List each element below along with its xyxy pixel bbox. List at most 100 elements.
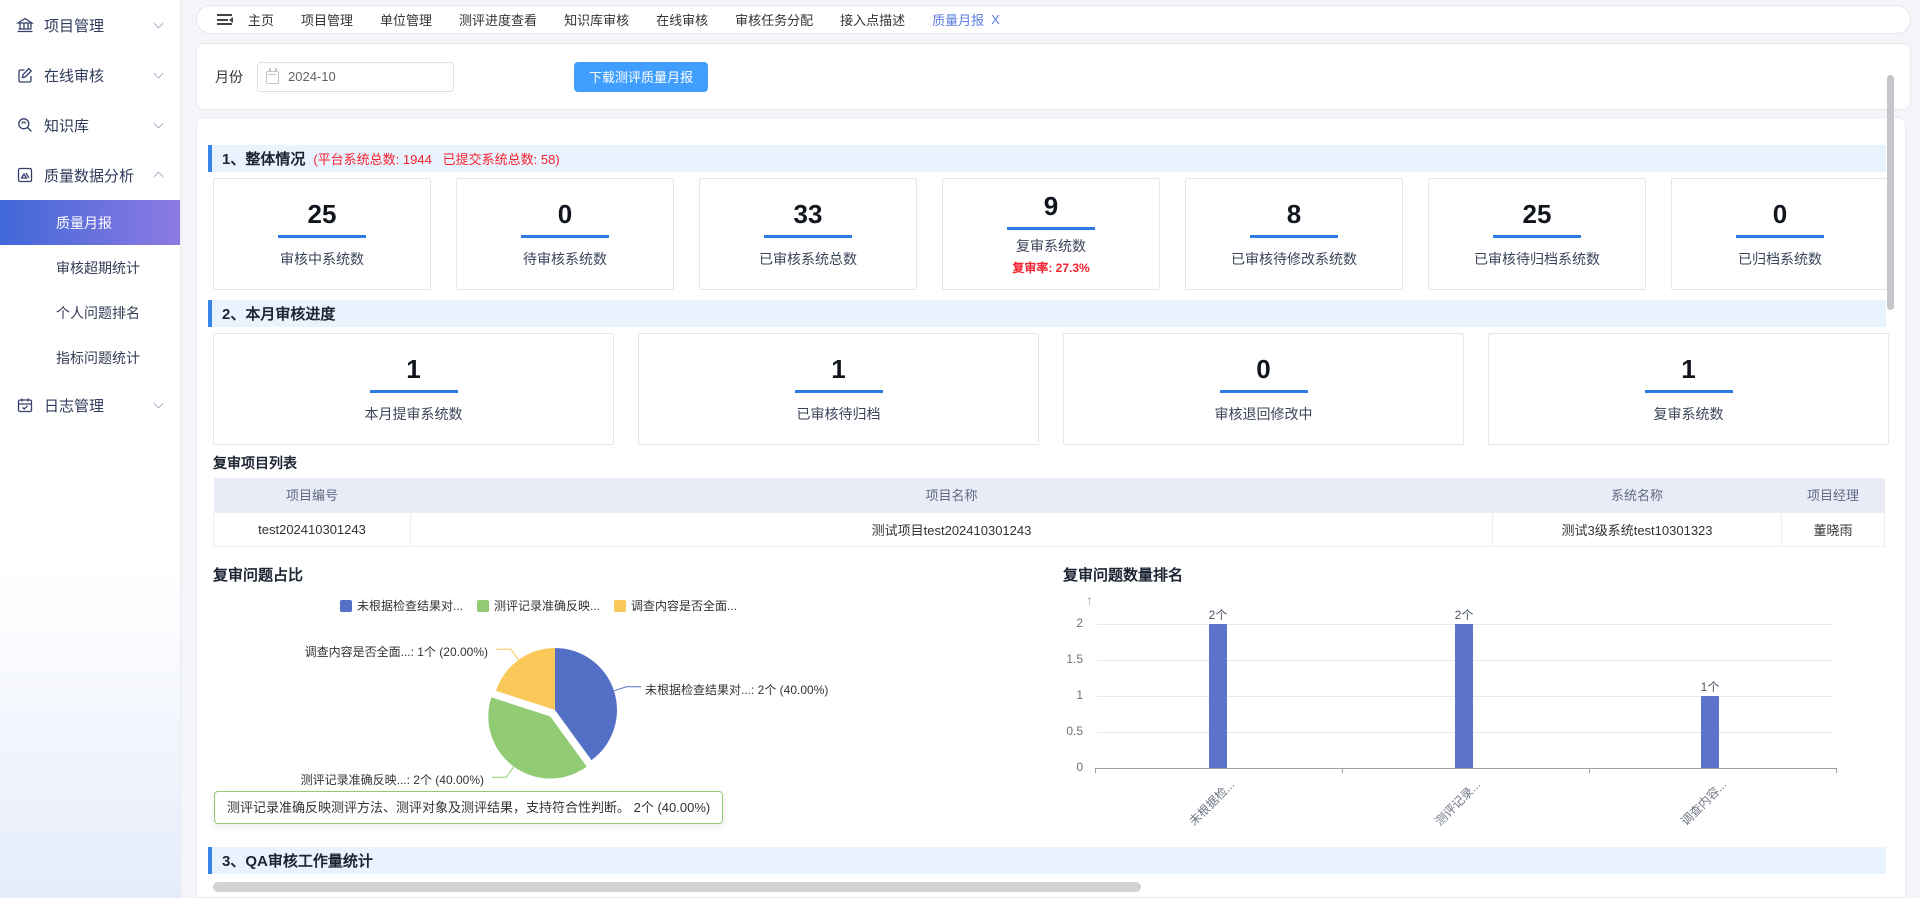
sidebar-subitem-quality-monthly-report[interactable]: 质量月报 xyxy=(0,200,180,245)
stat-value: 0 xyxy=(1773,200,1787,228)
tab-online-review[interactable]: 在线审核 xyxy=(656,10,708,29)
sidebar-subitem-label: 质量月报 xyxy=(56,213,112,233)
pie-label-survey-content: 调查内容是否全面...: 1个 (20.00%) xyxy=(213,643,488,660)
y-tick-label: 1 xyxy=(1043,688,1083,702)
bar-survey-content[interactable] xyxy=(1701,696,1719,768)
sidebar-subitem-indicator-issue-stats[interactable]: 指标问题统计 xyxy=(0,335,180,380)
stat-label: 复审系统数 xyxy=(1016,236,1086,256)
table-row[interactable]: test202410301243 测试项目test202410301243 测试… xyxy=(214,512,1885,546)
stat-card-reviewed-pending-archive-systems: 25 已审核待归档系统数 xyxy=(1428,178,1646,290)
sidebar-item-label: 项目管理 xyxy=(44,15,104,36)
section-overall-header: 1、整体情况 (平台系统总数: 1944 已提交系统总数: 58) xyxy=(208,145,1886,172)
vertical-scrollbar-thumb[interactable] xyxy=(1887,75,1894,310)
tab-evaluation-progress[interactable]: 测评进度查看 xyxy=(459,10,537,29)
stat-label: 审核中系统数 xyxy=(280,249,364,269)
sidebar-subitem-personal-issue-ranking[interactable]: 个人问题排名 xyxy=(0,290,180,335)
tab-home[interactable]: 主页 xyxy=(248,10,274,29)
sidebar-item-label: 知识库 xyxy=(44,115,89,136)
stat-card-recheck-systems: 9 复审系统数 复审率: 27.3% xyxy=(942,178,1160,290)
stat-underline xyxy=(1645,390,1733,393)
stat-underline xyxy=(278,235,366,238)
stat-label: 本月提审系统数 xyxy=(365,404,463,424)
sidebar-item-label: 在线审核 xyxy=(44,65,104,86)
stat-value: 8 xyxy=(1287,200,1301,228)
sidebar-subitem-label: 指标问题统计 xyxy=(56,348,140,368)
tab-access-point-desc[interactable]: 接入点描述 xyxy=(840,10,905,29)
stat-underline xyxy=(370,390,458,393)
filter-panel: 月份 下载测评质量月报 xyxy=(196,43,1911,110)
stat-underline xyxy=(1007,227,1095,230)
y-tick-label: 0.5 xyxy=(1043,724,1083,738)
month-picker[interactable] xyxy=(257,62,454,92)
stat-value: 33 xyxy=(794,200,823,228)
collapse-tabs-icon[interactable] xyxy=(217,14,232,25)
stat-underline xyxy=(521,235,609,238)
stat-card-month-submitted-systems: 1 本月提审系统数 xyxy=(213,333,614,445)
stat-label: 已审核待修改系统数 xyxy=(1231,249,1357,269)
recheck-project-list-title: 复审项目列表 xyxy=(213,453,297,473)
chevron-down-icon xyxy=(154,69,164,79)
stat-label: 已审核待归档系统数 xyxy=(1474,249,1600,269)
pie-label-eval-record: 测评记录准确反映...: 2个 (40.00%) xyxy=(213,771,484,788)
chevron-down-icon xyxy=(154,399,164,409)
tab-review-task-assign[interactable]: 审核任务分配 xyxy=(735,10,813,29)
sidebar-item-online-review[interactable]: 在线审核 xyxy=(0,50,180,100)
chevron-down-icon xyxy=(154,19,164,29)
bar-eval-record[interactable] xyxy=(1455,624,1473,768)
tab-unit-management[interactable]: 单位管理 xyxy=(380,10,432,29)
stat-label: 已审核待归档 xyxy=(797,404,881,424)
pie-label-not-per-check-result: 未根据检查结果对...: 2个 (40.00%) xyxy=(645,681,828,698)
bar-chart-title: 复审问题数量排名 xyxy=(1063,564,1183,585)
edit-square-icon xyxy=(16,66,34,84)
overall-stats-row: 25 审核中系统数 0 待审核系统数 33 已审核系统总数 9 复审系统数 复审… xyxy=(213,178,1889,290)
sidebar-item-label: 质量数据分析 xyxy=(44,165,134,186)
sidebar-subitem-review-overdue-stats[interactable]: 审核超期统计 xyxy=(0,245,180,290)
sidebar-item-log-management[interactable]: 日志管理 xyxy=(0,380,180,430)
chevron-down-icon xyxy=(154,119,164,129)
bar-not-per-check-result[interactable] xyxy=(1209,624,1227,768)
chart-document-icon xyxy=(16,166,34,184)
tab-project-management[interactable]: 项目管理 xyxy=(301,10,353,29)
stat-card-pending-review-systems: 0 待审核系统数 xyxy=(456,178,674,290)
stat-value: 0 xyxy=(558,200,572,228)
sidebar-subitem-label: 个人问题排名 xyxy=(56,303,140,323)
y-tick-label: 0 xyxy=(1043,760,1083,774)
stat-card-returned-for-fix: 0 审核退回修改中 xyxy=(1063,333,1464,445)
stat-value: 25 xyxy=(308,200,337,228)
stat-label: 待审核系统数 xyxy=(523,249,607,269)
cell-project-id: test202410301243 xyxy=(214,512,411,546)
stat-card-archived-systems: 0 已归档系统数 xyxy=(1671,178,1889,290)
calendar-icon xyxy=(266,71,279,84)
axis-tick xyxy=(1836,768,1837,773)
stat-value: 9 xyxy=(1044,192,1058,220)
download-report-button[interactable]: 下载测评质量月报 xyxy=(574,62,708,92)
stat-underline xyxy=(795,390,883,393)
month-input[interactable] xyxy=(288,69,438,84)
stat-value: 1 xyxy=(1681,355,1695,383)
recheck-project-table: 项目编号 项目名称 系统名称 项目经理 test202410301243 测试项… xyxy=(213,478,1885,547)
sidebar-item-knowledge-base[interactable]: 知识库 xyxy=(0,100,180,150)
col-system-name: 系统名称 xyxy=(1493,478,1782,512)
pie-leader-line xyxy=(614,687,641,691)
pie-slice[interactable] xyxy=(496,648,555,710)
sidebar: 项目管理 在线审核 知识库 质量数据分析 质量月报 xyxy=(0,0,181,898)
stat-card-reviewed-total-systems: 33 已审核系统总数 xyxy=(699,178,917,290)
pie-chart-title: 复审问题占比 xyxy=(213,564,303,585)
sidebar-item-project-management[interactable]: 项目管理 xyxy=(0,0,180,50)
y-axis-arrow-icon: ↑ xyxy=(1086,592,1093,608)
horizontal-scrollbar-thumb[interactable] xyxy=(213,882,1141,892)
stat-value: 1 xyxy=(406,355,420,383)
bar-value-label: 2个 xyxy=(1188,606,1248,623)
stat-label: 已审核系统总数 xyxy=(759,249,857,269)
stat-card-reviewing-systems: 25 审核中系统数 xyxy=(213,178,431,290)
tab-quality-monthly-report[interactable]: 质量月报 xyxy=(932,10,984,29)
sidebar-item-quality-data-analysis[interactable]: 质量数据分析 xyxy=(0,150,180,200)
close-tab-icon[interactable]: X xyxy=(991,12,1000,27)
cell-project-name: 测试项目test202410301243 xyxy=(411,512,1493,546)
section-title: 1、整体情况 xyxy=(222,148,305,169)
stat-underline xyxy=(764,235,852,238)
stat-label: 复审系统数 xyxy=(1654,404,1724,424)
sidebar-subitem-label: 审核超期统计 xyxy=(56,258,140,278)
tab-knowledge-review[interactable]: 知识库审核 xyxy=(564,10,629,29)
pie-leader-line xyxy=(496,649,519,660)
